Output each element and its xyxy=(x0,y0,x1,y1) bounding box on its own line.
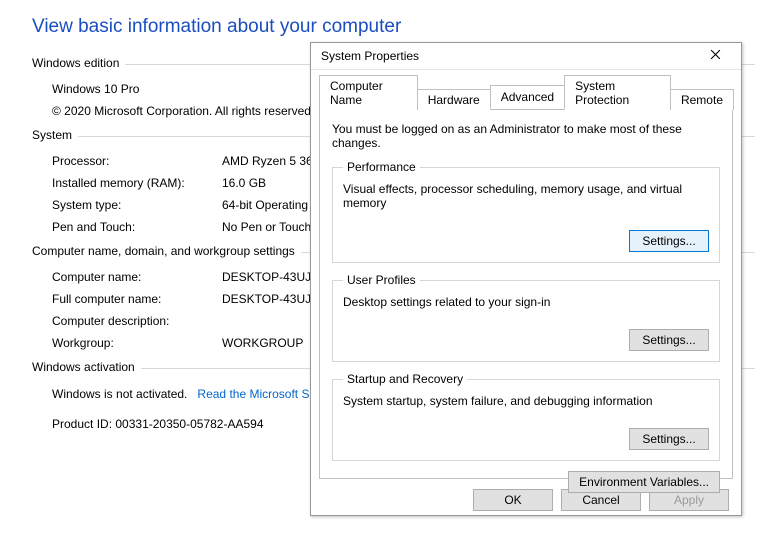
computer-label: Workgroup: xyxy=(52,334,222,352)
computer-label: Computer name: xyxy=(52,268,222,286)
startup-recovery-legend: Startup and Recovery xyxy=(343,372,467,386)
performance-group: Performance Visual effects, processor sc… xyxy=(332,160,720,263)
dialog-title: System Properties xyxy=(321,49,695,63)
system-label: Processor: xyxy=(52,152,222,170)
close-button[interactable] xyxy=(695,43,735,69)
user-profiles-legend: User Profiles xyxy=(343,273,420,287)
startup-recovery-group: Startup and Recovery System startup, sys… xyxy=(332,372,720,461)
tab-hardware[interactable]: Hardware xyxy=(417,89,491,110)
admin-note: You must be logged on as an Administrato… xyxy=(332,122,720,150)
system-label: Installed memory (RAM): xyxy=(52,174,222,192)
computer-label: Full computer name: xyxy=(52,290,222,308)
group-header-label: System xyxy=(32,128,78,142)
dialog-titlebar[interactable]: System Properties xyxy=(311,43,741,70)
product-id-label: Product ID: xyxy=(52,417,112,431)
close-icon xyxy=(710,49,721,63)
group-header-label: Computer name, domain, and workgroup set… xyxy=(32,244,301,258)
product-id-value: 00331-20350-05782-AA594 xyxy=(115,417,263,431)
tab-system-protection[interactable]: System Protection xyxy=(564,75,671,110)
page-title: View basic information about your comput… xyxy=(32,16,755,38)
environment-variables-button[interactable]: Environment Variables... xyxy=(568,471,720,493)
user-profiles-desc: Desktop settings related to your sign-in xyxy=(343,295,709,309)
tab-body-advanced: You must be logged on as an Administrato… xyxy=(319,109,733,479)
system-label: System type: xyxy=(52,196,222,214)
tab-advanced[interactable]: Advanced xyxy=(490,85,565,109)
performance-desc: Visual effects, processor scheduling, me… xyxy=(343,182,709,210)
system-properties-dialog: System Properties Computer Name Hardware… xyxy=(310,42,742,516)
performance-legend: Performance xyxy=(343,160,420,174)
activation-status: Windows is not activated. xyxy=(52,387,187,401)
performance-settings-button[interactable]: Settings... xyxy=(629,230,709,252)
startup-recovery-desc: System startup, system failure, and debu… xyxy=(343,394,709,408)
tab-remote[interactable]: Remote xyxy=(670,89,734,110)
system-label: Pen and Touch: xyxy=(52,218,222,236)
group-header-label: Windows activation xyxy=(32,360,141,374)
computer-label: Computer description: xyxy=(52,312,222,330)
startup-recovery-settings-button[interactable]: Settings... xyxy=(629,428,709,450)
group-header-label: Windows edition xyxy=(32,56,125,70)
user-profiles-settings-button[interactable]: Settings... xyxy=(629,329,709,351)
tabs: Computer Name Hardware Advanced System P… xyxy=(319,74,733,109)
tab-computer-name[interactable]: Computer Name xyxy=(319,75,418,110)
user-profiles-group: User Profiles Desktop settings related t… xyxy=(332,273,720,362)
